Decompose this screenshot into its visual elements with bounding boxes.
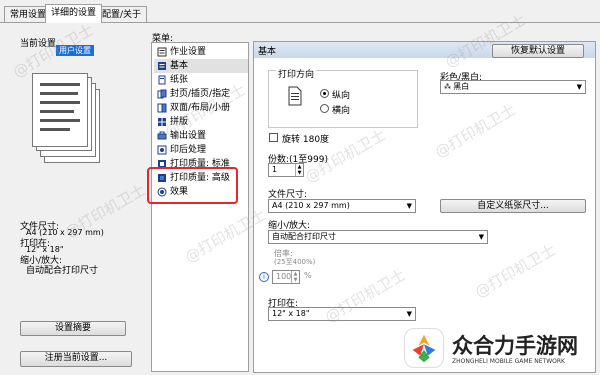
copies-input[interactable]: 1 ▲ ▼	[268, 163, 304, 177]
menu-item-label: 作业设置	[170, 47, 207, 57]
orientation-label: 打印方向	[276, 67, 317, 80]
paper-preview-icon	[32, 73, 104, 169]
brand-title: 众合力手游网	[452, 334, 578, 358]
basic-settings-panel: 基本 恢复默认设置 打印方向 纵向 横向 彩色/黑白: ⁂ 黑白 ▼ 旋转 18…	[253, 41, 596, 373]
landscape-label: 横向	[332, 106, 351, 116]
menu-item-label: 封页/插页/指定	[170, 89, 231, 99]
menu-item-imposition[interactable]: 拼版	[154, 115, 248, 129]
brand-logo-icon	[404, 328, 444, 368]
highlight-frame	[147, 167, 238, 204]
ratio-range: (25至400%)	[274, 258, 316, 266]
chevron-down-icon: ▼	[478, 233, 484, 241]
duplex-icon	[157, 103, 167, 113]
landscape-radio[interactable]	[320, 104, 329, 113]
portrait-radio[interactable]	[320, 89, 329, 98]
menu-item-label: 输出设置	[170, 131, 207, 141]
menu-item-label: 拼版	[170, 117, 189, 127]
color-icon: ⁂	[444, 83, 454, 91]
scale-value: 自动配合打印尺寸	[26, 266, 99, 276]
ratio-value: 100	[276, 272, 292, 281]
current-settings-panel: 当前设置 用户设置 文件尺寸: A4 (210 x 297 mm) 打印在: 1…	[0, 23, 138, 375]
info-icon[interactable]: i	[259, 272, 269, 282]
menu-item-cover-insert[interactable]: 封页/插页/指定	[154, 87, 248, 101]
basic-icon	[158, 62, 166, 70]
menu-item-output-settings[interactable]: 输出设置	[154, 129, 248, 143]
post-processing-icon	[157, 145, 167, 155]
menu-item-paper[interactable]: 纸张	[154, 73, 248, 87]
menu-item-label: 基本	[170, 61, 189, 71]
settings-content: 当前设置 用户设置 文件尺寸: A4 (210 x 297 mm) 打印在: 1…	[0, 23, 600, 375]
user-settings-banner: 用户设置	[56, 45, 94, 56]
chevron-down-icon: ▼	[406, 310, 412, 318]
spin-arrows-icon[interactable]: ▲ ▼	[291, 271, 299, 283]
spin-arrows-icon[interactable]: ▲ ▼	[295, 164, 303, 176]
color-mode-value: 黑白	[453, 82, 470, 91]
paper-size-value: A4 (210 x 297 mm)	[272, 201, 350, 210]
copies-value: 1	[272, 165, 278, 174]
menu-item-label: 纸张	[170, 75, 189, 85]
job-settings-icon	[157, 47, 167, 57]
menu-item-label: 印后处理	[170, 145, 207, 155]
menu-item-duplex-layout[interactable]: 双面/布局/小册	[154, 101, 248, 115]
section-title: 基本	[258, 47, 277, 57]
menu-item-label: 双面/布局/小册	[170, 103, 231, 113]
portrait-label: 纵向	[332, 91, 351, 101]
ratio-input[interactable]: 100 ▲ ▼	[272, 270, 300, 284]
cover-icon	[157, 89, 167, 99]
restore-defaults-button[interactable]: 恢复默认设置	[492, 44, 584, 58]
register-current-settings-button[interactable]: 注册当前设置...	[20, 351, 132, 367]
print-on-select[interactable]: 12" x 18" ▼	[268, 307, 416, 321]
color-mode-select[interactable]: ⁂ 黑白 ▼	[440, 80, 586, 94]
output-icon	[157, 131, 167, 140]
imposition-icon	[158, 118, 166, 126]
current-settings-label: 当前设置	[20, 39, 57, 49]
portrait-page-icon	[288, 86, 302, 106]
menu-list: 作业设置 基本 纸张 封页/插页/指定 双面/布局/小册 拼版 输出设置 印后处…	[151, 42, 249, 372]
rotate-180-label: 旋转 180度	[282, 135, 330, 145]
tab-bar: 常用设置 详细的设置 配置/关于	[0, 0, 600, 23]
paper-icon	[158, 75, 166, 85]
scale-value: 自动配合打印尺寸	[272, 232, 336, 241]
print-on-value: 12" x 18"	[272, 309, 310, 318]
settings-summary-button[interactable]: 设置摘要	[20, 321, 126, 336]
menu-item-basic[interactable]: 基本	[154, 59, 248, 73]
custom-paper-size-button[interactable]: 自定义纸张尺寸...	[440, 199, 586, 213]
percent-sign: %	[304, 271, 312, 280]
menu-item-job-settings[interactable]: 作业设置	[154, 45, 248, 59]
scale-select[interactable]: 自动配合打印尺寸 ▼	[268, 230, 488, 244]
menu-item-post-processing[interactable]: 印后处理	[154, 143, 248, 157]
tab-config-about[interactable]: 配置/关于	[96, 6, 148, 22]
tab-detailed-settings[interactable]: 详细的设置	[45, 4, 103, 23]
paper-size-select[interactable]: A4 (210 x 297 mm) ▼	[268, 199, 416, 213]
chevron-down-icon: ▼	[406, 202, 412, 210]
chevron-down-icon: ▼	[576, 83, 582, 91]
brand-subtitle: ZHONGHELI MOBILE GAME NETWORK	[452, 358, 565, 365]
rotate-180-checkbox[interactable]	[269, 133, 278, 142]
